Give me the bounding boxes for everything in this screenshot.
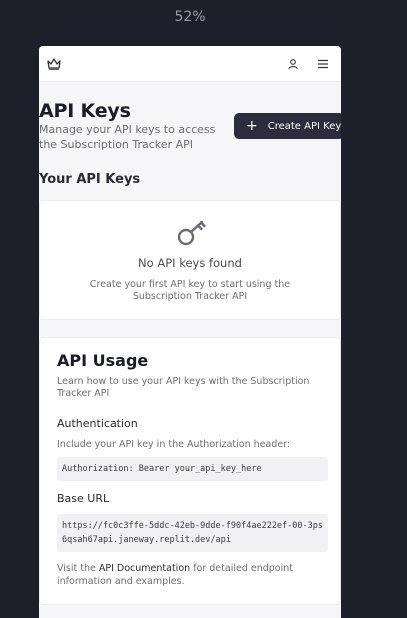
page-subtitle: Manage your API keys to access the Subsc…: [39, 123, 216, 151]
api-usage-title: API Usage: [57, 351, 149, 370]
empty-state-description: Create your first API key to start using…: [89, 279, 291, 302]
hamburger-menu-icon[interactable]: [315, 56, 331, 72]
authentication-heading: Authentication: [57, 417, 138, 430]
create-api-key-button[interactable]: + Create API Key: [234, 113, 341, 139]
plus-icon: +: [246, 118, 258, 134]
authentication-description: Include your API key in the Authorizatio…: [57, 439, 291, 450]
documentation-note: Visit the API Documentation for detailed…: [57, 562, 317, 588]
app-viewport: API Keys Manage your API keys to access …: [39, 46, 341, 618]
api-usage-description: Learn how to use your API keys with the …: [57, 376, 310, 399]
top-navbar: [39, 46, 341, 82]
key-icon: [176, 219, 208, 251]
api-keys-empty-state: No API keys found Create your first API …: [39, 200, 341, 320]
note-prefix: Visit the: [57, 563, 99, 574]
api-usage-card: API Usage Learn how to use your API keys…: [39, 337, 341, 605]
api-documentation-link[interactable]: API Documentation: [99, 563, 190, 574]
base-url-code: https://fc0c3ffe-5ddc-42eb-9dde-f90f4ae2…: [57, 514, 328, 552]
authentication-code: Authorization: Bearer your_api_key_here: [57, 457, 328, 481]
crown-icon[interactable]: [46, 56, 62, 72]
page-title: API Keys: [39, 100, 131, 122]
user-icon[interactable]: [285, 56, 301, 72]
zoom-level: 52%: [174, 9, 206, 25]
create-api-key-label: Create API Key: [267, 120, 341, 132]
empty-state-title: No API keys found: [138, 256, 242, 270]
base-url-heading: Base URL: [57, 492, 110, 505]
your-api-keys-heading: Your API Keys: [39, 172, 141, 187]
